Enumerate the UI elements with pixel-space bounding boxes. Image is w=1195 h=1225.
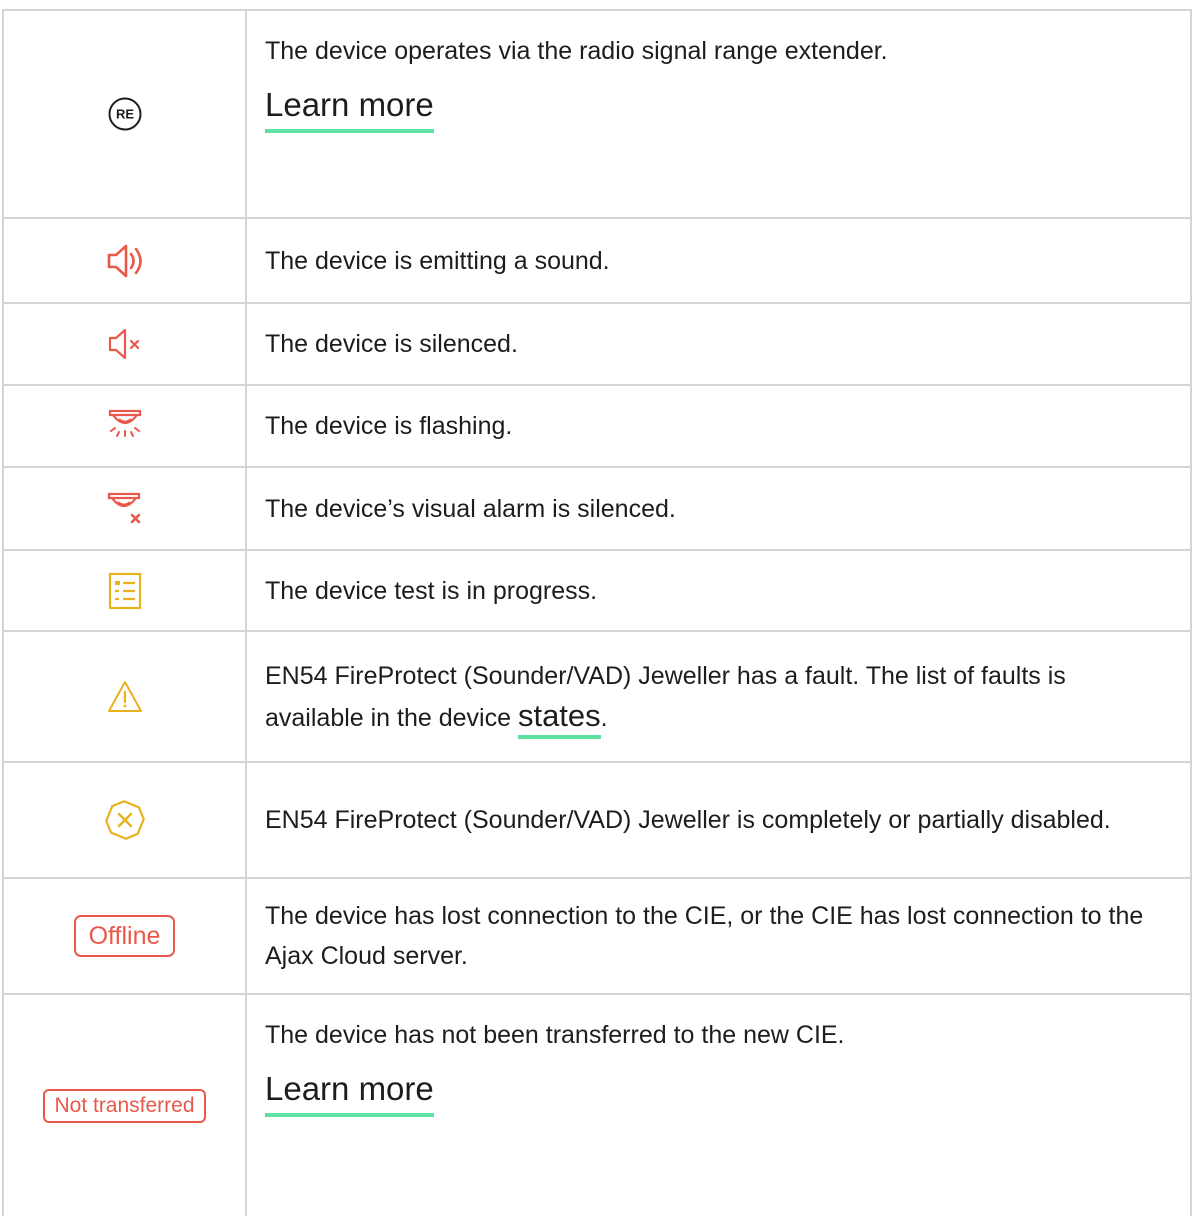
row-description: The device test is in progress. bbox=[265, 576, 598, 605]
icon-cell bbox=[2, 302, 247, 386]
icon-cell: Offline bbox=[2, 877, 247, 995]
icon-cell: Not transferred bbox=[2, 993, 247, 1216]
text-cell: The device is silenced. bbox=[245, 302, 1192, 386]
table-row: EN54 FireProtect (Sounder/VAD) Jeweller … bbox=[2, 761, 1192, 879]
row-description: The device is flashing. bbox=[265, 412, 513, 440]
offline-badge: Offline bbox=[73, 915, 176, 957]
row-description: EN54 FireProtect (Sounder/VAD) Jeweller … bbox=[265, 806, 1111, 834]
test-list-icon bbox=[4, 571, 245, 611]
row-description: The device is silenced. bbox=[265, 330, 518, 358]
disabled-octagon-icon bbox=[4, 799, 245, 841]
row-description: The device has lost connection to the CI… bbox=[265, 902, 1144, 970]
row-description: The device operates via the radio signal… bbox=[265, 37, 888, 65]
text-cell: The device test is in progress. bbox=[245, 549, 1192, 632]
table-row: The device is silenced. bbox=[2, 302, 1192, 386]
learn-more-link[interactable]: Learn more bbox=[265, 1069, 434, 1117]
icon-cell bbox=[2, 630, 247, 763]
row-description: The device has not been transferred to t… bbox=[265, 1021, 845, 1049]
speaker-sound-icon bbox=[4, 241, 245, 281]
text-cell: The device’s visual alarm is silenced. bbox=[245, 466, 1192, 551]
row-description-end: . bbox=[600, 703, 608, 732]
warning-triangle-icon bbox=[4, 677, 245, 717]
text-cell: The device is emitting a sound. bbox=[245, 217, 1192, 304]
table-row: The device is flashing. bbox=[2, 384, 1192, 468]
not-transferred-badge: Not transferred bbox=[43, 1088, 206, 1123]
text-cell: The device operates via the radio signal… bbox=[245, 9, 1192, 219]
text-cell: EN54 FireProtect (Sounder/VAD) Jeweller … bbox=[245, 761, 1192, 879]
table-row: The device is emitting a sound. bbox=[2, 217, 1192, 304]
siren-visual-silenced-icon bbox=[4, 489, 245, 529]
icon-cell bbox=[2, 761, 247, 879]
table-row: RE The device operates via the radio sig… bbox=[2, 9, 1192, 219]
range-extender-icon: RE bbox=[4, 96, 245, 132]
row-description: EN54 FireProtect (Sounder/VAD) Jeweller … bbox=[265, 661, 1066, 732]
text-cell: EN54 FireProtect (Sounder/VAD) Jeweller … bbox=[245, 630, 1192, 763]
table-row: The device test is in progress. bbox=[2, 549, 1192, 632]
text-cell: The device is flashing. bbox=[245, 384, 1192, 468]
icon-cell: RE bbox=[2, 9, 247, 219]
row-description: The device’s visual alarm is silenced. bbox=[265, 494, 676, 523]
text-cell: The device has not been transferred to t… bbox=[245, 993, 1192, 1216]
siren-flashing-icon bbox=[4, 406, 245, 446]
table-row: The device’s visual alarm is silenced. bbox=[2, 466, 1192, 551]
icon-cell bbox=[2, 217, 247, 304]
states-link[interactable]: states bbox=[517, 697, 601, 739]
table-row: EN54 FireProtect (Sounder/VAD) Jeweller … bbox=[2, 630, 1192, 763]
device-icons-table: RE The device operates via the radio sig… bbox=[2, 9, 1192, 1216]
icon-cell bbox=[2, 384, 247, 468]
row-description: The device is emitting a sound. bbox=[265, 246, 610, 275]
speaker-muted-icon bbox=[4, 324, 245, 364]
svg-text:RE: RE bbox=[115, 107, 133, 122]
icon-cell bbox=[2, 549, 247, 632]
learn-more-link[interactable]: Learn more bbox=[265, 85, 434, 133]
text-cell: The device has lost connection to the CI… bbox=[245, 877, 1192, 995]
table-row: Not transferred The device has not been … bbox=[2, 993, 1192, 1216]
icon-cell bbox=[2, 466, 247, 551]
table-row: Offline The device has lost connection t… bbox=[2, 877, 1192, 995]
